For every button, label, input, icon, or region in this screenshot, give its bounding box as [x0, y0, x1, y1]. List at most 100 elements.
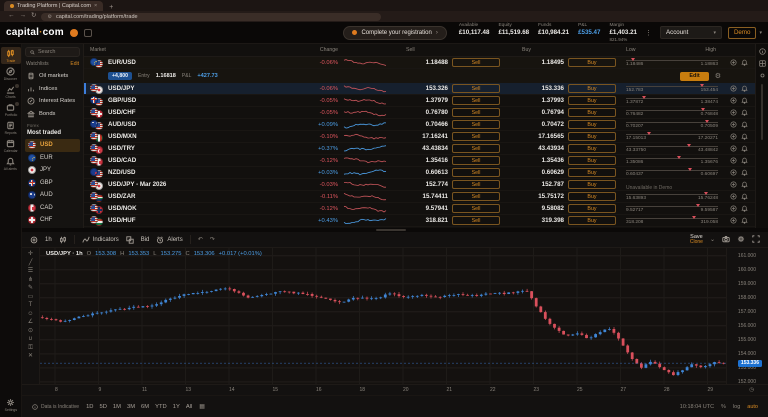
demo-button[interactable]: Demo — [728, 27, 757, 39]
price-axis[interactable]: 161.000160.000159.000158.000157.000156.0… — [726, 248, 768, 384]
sell-button[interactable]: Sell — [452, 108, 500, 117]
range-ytd[interactable]: YTD — [155, 404, 167, 410]
info-icon[interactable] — [759, 48, 766, 55]
price-alert-bell-icon[interactable] — [741, 205, 748, 212]
buy-button[interactable]: Buy — [568, 108, 616, 117]
buy-button[interactable]: Buy — [568, 132, 616, 141]
market-row-usd-jpy-mar-2026[interactable]: USD/JPY - Mar 2026-0.03%152.774Sell152.7… — [84, 179, 755, 191]
buy-button[interactable]: Buy — [568, 156, 616, 165]
layout-panel-icon[interactable] — [84, 29, 92, 37]
price-alert-bell-icon[interactable] — [741, 193, 748, 200]
lock-tool-icon[interactable]: ⚿ — [28, 345, 33, 351]
position-settings-gear-icon[interactable]: ⚙ — [715, 73, 721, 80]
sidebar-item-reports[interactable]: Reports — [1, 119, 21, 136]
add-to-watchlist-icon[interactable] — [730, 217, 737, 224]
capital-com-logo[interactable]: capital·com — [6, 27, 64, 38]
market-row-usd-nok[interactable]: USD/NOK-0.12%9.57941Sell9.58082Buy9.5271… — [84, 203, 755, 215]
undo-icon[interactable]: ↶ — [198, 236, 203, 243]
range-6m[interactable]: 6M — [141, 404, 149, 410]
tab-close-icon[interactable]: × — [94, 3, 97, 9]
clone-button[interactable]: Clone — [690, 240, 703, 246]
currency-filter-eur[interactable]: EUR — [25, 152, 80, 165]
sidebar-item-portfolio[interactable]: Portfolio — [1, 101, 21, 118]
delete-tool-icon[interactable]: ✕ — [28, 353, 33, 359]
buy-button[interactable]: Buy — [568, 84, 616, 93]
auto-scale-toggle[interactable]: auto — [747, 404, 758, 410]
screenshot-camera-icon[interactable] — [722, 235, 730, 243]
market-row-usd-zar[interactable]: USD/ZAR-0.11%15.74411Sell15.75172Buy15.6… — [84, 191, 755, 203]
currency-filter-aud[interactable]: AUD — [25, 189, 80, 202]
range-all[interactable]: All — [186, 404, 192, 410]
clock-icon[interactable]: ◷ — [749, 387, 754, 393]
vertical-scrollbar[interactable] — [761, 84, 763, 140]
url-input[interactable]: ⚙ capital.com/trading/platform/trade — [41, 13, 381, 21]
zoom-tool-icon[interactable]: ⊙ — [28, 328, 33, 334]
range-1y[interactable]: 1Y — [173, 404, 180, 410]
account-dropdown[interactable]: Account ▾ — [660, 26, 722, 39]
range-5d[interactable]: 5D — [100, 404, 107, 410]
buy-button[interactable]: Buy — [568, 204, 616, 213]
site-settings-icon[interactable]: ⚙ — [47, 14, 51, 20]
pitchfork-tool-icon[interactable]: ⋔ — [28, 277, 33, 283]
market-row-aud-usd[interactable]: AUD/USD+0.09%0.70466Sell0.70472Buy0.7020… — [84, 119, 755, 131]
sell-button[interactable]: Sell — [452, 168, 500, 177]
save-chevron-icon[interactable]: ⌄ — [710, 236, 715, 243]
add-to-watchlist-icon[interactable] — [730, 157, 737, 164]
emoji-tool-icon[interactable]: ☺ — [27, 311, 33, 317]
sell-button[interactable]: Sell — [452, 156, 500, 165]
sell-button[interactable]: Sell — [452, 216, 500, 225]
price-alert-bell-icon[interactable] — [741, 59, 748, 66]
sell-button[interactable]: Sell — [452, 144, 500, 153]
add-to-watchlist-icon[interactable] — [730, 109, 737, 116]
buy-button[interactable]: Buy — [568, 58, 616, 67]
add-to-watchlist-icon[interactable] — [730, 133, 737, 140]
buy-button[interactable]: Buy — [568, 120, 616, 129]
currency-filter-gbp[interactable]: GBP — [25, 177, 80, 190]
price-alert-bell-icon[interactable] — [741, 133, 748, 140]
buy-button[interactable]: Buy — [568, 192, 616, 201]
symbol-search-icon[interactable] — [30, 236, 38, 244]
horizontal-scrollbar[interactable] — [22, 228, 768, 232]
price-alert-bell-icon[interactable] — [741, 85, 748, 92]
add-to-watchlist-icon[interactable] — [730, 121, 737, 128]
sell-button[interactable]: Sell — [452, 132, 500, 141]
new-tab-button[interactable]: + — [109, 4, 113, 11]
brush-tool-icon[interactable]: ✎ — [28, 285, 33, 291]
back-icon[interactable]: ← — [8, 13, 15, 20]
sidebar-item-all-alerts[interactable]: All alerts — [1, 155, 21, 172]
chart-canvas[interactable]: USD/JPY · 1h O153.308 H153.353 L153.275 … — [40, 248, 726, 384]
chart-settings-gear-icon[interactable] — [737, 235, 745, 243]
text-tool-icon[interactable]: T — [29, 302, 33, 308]
price-alert-bell-icon[interactable] — [741, 181, 748, 188]
market-row-usd-try[interactable]: USD/TRY+0.37%43.43834Sell43.43934Buy43.3… — [84, 143, 755, 155]
buy-button[interactable]: Buy — [568, 96, 616, 105]
price-alert-bell-icon[interactable] — [741, 109, 748, 116]
watchlist-group-interest-rates[interactable]: Interest Rates — [25, 95, 80, 108]
reload-icon[interactable]: ↻ — [31, 13, 36, 20]
indicators-button[interactable]: Indicators — [82, 236, 119, 244]
redo-icon[interactable]: ↷ — [210, 236, 215, 243]
market-row-gbp-usd[interactable]: GBP/USD-0.05%1.37979Sell1.37993Buy1.3787… — [84, 95, 755, 107]
add-to-watchlist-icon[interactable] — [730, 205, 737, 212]
price-alert-bell-icon[interactable] — [741, 169, 748, 176]
add-to-watchlist-icon[interactable] — [730, 85, 737, 92]
browser-tab[interactable]: Trading Platform | Capital.com × — [4, 1, 103, 11]
add-to-watchlist-icon[interactable] — [730, 59, 737, 66]
trendline-tool-icon[interactable]: ╱ — [29, 260, 33, 266]
sidebar-item-discover[interactable]: Discover — [1, 65, 21, 82]
sidebar-item-calendar[interactable]: Calendar — [1, 137, 21, 154]
sell-button[interactable]: Sell — [452, 180, 500, 189]
settings-button[interactable]: Settings — [1, 396, 21, 413]
magnet-tool-icon[interactable]: ∪ — [28, 336, 32, 342]
shapes-tool-icon[interactable]: ▭ — [28, 294, 34, 300]
sidebar-item-trade[interactable]: Trade — [1, 47, 21, 64]
watchlist-group-bonds[interactable]: Bonds — [25, 108, 80, 121]
range-3m[interactable]: 3M — [127, 404, 135, 410]
range-1d[interactable]: 1D — [86, 404, 93, 410]
market-row-usd-jpy[interactable]: USD/JPY-0.06%153.326Sell153.336Buy152.78… — [84, 83, 755, 95]
percent-scale-toggle[interactable]: % — [721, 404, 726, 410]
sidebar-item-charts[interactable]: Charts — [1, 83, 21, 100]
watchlist-group-indices[interactable]: Indices — [25, 83, 80, 96]
buy-button[interactable]: Buy — [568, 216, 616, 225]
add-to-watchlist-icon[interactable] — [730, 181, 737, 188]
